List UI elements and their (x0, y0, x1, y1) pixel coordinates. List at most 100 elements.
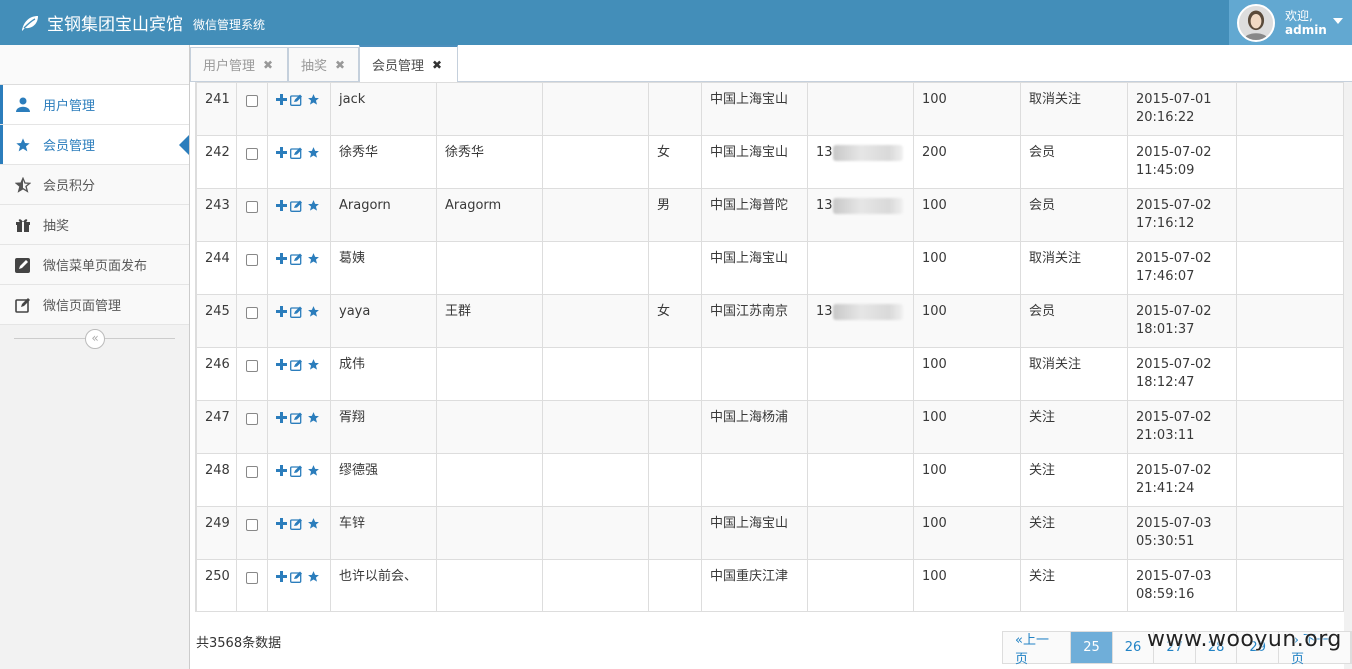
edit-icon[interactable] (290, 518, 304, 530)
edit-icon[interactable] (290, 465, 304, 477)
row-checkbox[interactable] (246, 254, 258, 266)
date: 2015-07-02 (1136, 145, 1212, 160)
plus-icon[interactable] (276, 147, 287, 158)
star-icon[interactable] (307, 464, 320, 477)
tab-lottery[interactable]: 抽奖 ✖ (288, 47, 359, 82)
edit-icon[interactable] (290, 147, 304, 159)
cell-name: Aragorm (436, 188, 543, 242)
cell-date: 2015-07-02 18:01:37 (1127, 294, 1237, 348)
cell-nickname: 也许以前会、 (330, 559, 437, 611)
row-checkbox[interactable] (246, 572, 258, 584)
sidebar-item-wechat-page-management[interactable]: 微信页面管理 (0, 285, 189, 325)
edit-icon[interactable] (290, 412, 304, 424)
caret-down-icon[interactable] (1332, 17, 1343, 24)
plus-icon[interactable] (276, 200, 287, 211)
cell-checkbox (236, 506, 268, 560)
pager-page-current[interactable]: 25 (1071, 632, 1113, 663)
edit-icon[interactable] (290, 200, 304, 212)
star-icon[interactable] (307, 358, 320, 371)
close-icon[interactable]: ✖ (335, 58, 345, 72)
tab-member-management[interactable]: 会员管理 ✖ (359, 45, 458, 83)
table-row[interactable]: 243 Aragorn Aragorm 男中国上海普陀 13 100 会员 2015-07-0… (196, 188, 1343, 242)
table-row[interactable]: 250 也许以前会、 中国重庆江津 100 关注 2015-07-03 08:59:16 (196, 559, 1343, 611)
cell-actions (267, 400, 331, 454)
sidebar-item-lottery[interactable]: 抽奖 (0, 205, 189, 245)
star-icon[interactable] (307, 199, 320, 212)
row-checkbox[interactable] (246, 466, 258, 478)
star-icon[interactable] (307, 517, 320, 530)
pager-prev[interactable]: «上一页 (1003, 632, 1072, 667)
table-row[interactable]: 247 胥翔 中国上海杨浦 100 关注 2015-07-02 21:03:11 (196, 400, 1343, 454)
date: 2015-07-03 (1136, 516, 1212, 531)
row-checkbox[interactable] (246, 95, 258, 107)
sidebar-item-label: 微信页面管理 (43, 299, 122, 314)
table-row[interactable]: 244 葛姨 中国上海宝山 100 取消关注 2015-07-02 17:46:07 (196, 241, 1343, 295)
plus-icon[interactable] (276, 518, 287, 529)
row-checkbox[interactable] (246, 201, 258, 213)
gift-icon (14, 216, 32, 234)
cell-actions (267, 188, 331, 242)
star-icon[interactable] (307, 411, 320, 424)
plus-icon[interactable] (276, 412, 287, 423)
member-table-container[interactable]: 241 jack 中国上海宝山 100 取消关注 2015-07-01 20:16:22 24… (195, 82, 1344, 612)
row-checkbox[interactable] (246, 307, 258, 319)
cell-status: 关注 (1020, 559, 1128, 611)
close-icon[interactable]: ✖ (263, 58, 273, 72)
scrollbar[interactable] (1344, 82, 1352, 669)
sidebar-item-member-points[interactable]: 会员积分 (0, 165, 189, 205)
star-icon[interactable] (307, 252, 320, 265)
brand[interactable]: 宝钢集团宝山宾馆 微信管理系统 (20, 0, 265, 45)
plus-icon[interactable] (276, 465, 287, 476)
table-row[interactable]: 241 jack 中国上海宝山 100 取消关注 2015-07-01 20:16:22 (196, 82, 1343, 136)
plus-icon[interactable] (276, 94, 287, 105)
cell-points: 100 (913, 400, 1021, 454)
table-row[interactable]: 249 车锌 中国上海宝山 100 关注 2015-07-03 05:30:51 (196, 506, 1343, 560)
user-menu[interactable]: 欢迎, admin (1229, 0, 1352, 45)
cell-checkbox (236, 347, 268, 401)
plus-icon[interactable] (276, 253, 287, 264)
tab-user-management[interactable]: 用户管理 ✖ (190, 47, 288, 82)
table-row[interactable]: 248 缪德强 100 关注 2015-07-02 21:41:24 (196, 453, 1343, 507)
sidebar-shortcuts (0, 45, 189, 85)
close-icon[interactable]: ✖ (432, 58, 442, 72)
table-row[interactable]: 242 徐秀华 徐秀华 女中国上海宝山 13 200 会员 2015-07-02 11:45:0… (196, 135, 1343, 189)
row-checkbox[interactable] (246, 360, 258, 372)
sidebar-item-wechat-menu-publish[interactable]: 微信菜单页面发布 (0, 245, 189, 285)
tab-bar: 用户管理 ✖ 抽奖 ✖ 会员管理 ✖ (190, 45, 1352, 83)
cell-status: 取消关注 (1020, 82, 1128, 136)
plus-icon[interactable] (276, 359, 287, 370)
table-row[interactable]: 246 成伟 100 取消关注 2015-07-02 18:12:47 (196, 347, 1343, 401)
cell-name (436, 453, 543, 507)
cell-status: 取消关注 (1020, 241, 1128, 295)
edit-icon[interactable] (290, 571, 304, 583)
edit-icon[interactable] (290, 94, 304, 106)
sidebar-item-member-management[interactable]: 会员管理 (0, 125, 189, 165)
star-icon[interactable] (307, 93, 320, 106)
date: 2015-07-02 (1136, 304, 1212, 319)
cell-checkbox (236, 400, 268, 454)
star-icon[interactable] (307, 305, 320, 318)
star-icon[interactable] (307, 146, 320, 159)
plus-icon[interactable] (276, 571, 287, 582)
star-icon[interactable] (307, 570, 320, 583)
cell-nickname: 成伟 (330, 347, 437, 401)
edit-icon[interactable] (290, 359, 304, 371)
edit-icon[interactable] (290, 253, 304, 265)
table-row[interactable]: 245 yaya 王群 女中国江苏南京 13 100 会员 2015-07-02 18:01:3… (196, 294, 1343, 348)
row-checkbox[interactable] (246, 413, 258, 425)
sidebar-item-user-management[interactable]: 用户管理 (0, 85, 189, 125)
edit-icon[interactable] (290, 306, 304, 318)
cell-id: 245 (196, 294, 237, 348)
row-checkbox[interactable] (246, 519, 258, 531)
tab-label: 会员管理 (372, 59, 425, 74)
star-icon (14, 136, 32, 154)
row-checkbox[interactable] (246, 148, 258, 160)
cell-checkbox (236, 188, 268, 242)
plus-icon[interactable] (276, 306, 287, 317)
cell-nickname: 徐秀华 (330, 135, 437, 189)
welcome-text: 欢迎, admin (1285, 9, 1327, 37)
time: 21:41:24 (1136, 481, 1195, 496)
double-chevron-left-icon[interactable]: « (85, 329, 105, 349)
phone-prefix: 13 (816, 198, 833, 213)
cell-checkbox (236, 82, 268, 136)
